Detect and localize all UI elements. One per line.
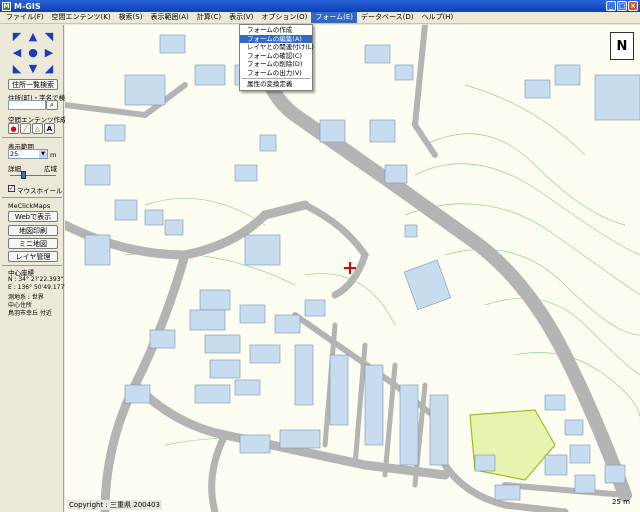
map-svg[interactable] (65, 25, 640, 512)
polygon-icon[interactable]: △ (32, 123, 43, 134)
form-menu-item[interactable]: レイヤとの関連付け(L) (240, 43, 314, 52)
menu-item[interactable]: 表示範囲(A) (146, 12, 192, 23)
web-view-button[interactable]: Webで表示 (8, 211, 58, 222)
menu-item[interactable]: 検索(S) (115, 12, 147, 23)
address-list-button[interactable]: 住所一覧検索 (8, 79, 58, 90)
form-menu-dropdown: フォームの作成 フォームの編集(A) レイヤとの関連付け(L) フォームの確認(C) フ… (239, 24, 314, 91)
left-panel: ◤ ▲ ◥ ◀ ● ▶ ◣ ▼ ◢ 住所一覧検索 住所(町)・字名で検索 ⌕ 空… (0, 25, 72, 512)
wide-label: 広域 (44, 165, 57, 173)
minimize-button[interactable]: _ (606, 1, 616, 11)
pan-pad: ◤ ▲ ◥ ◀ ● ▶ ◣ ▼ ◢ (9, 28, 57, 76)
scale-bar: 25 m (612, 498, 630, 506)
zoom-slider-track[interactable] (10, 175, 56, 176)
search-input[interactable] (8, 100, 46, 110)
form-menu-item[interactable]: フォームの確認(C) (240, 52, 312, 61)
scale-value: 25 (10, 150, 19, 158)
scale-select[interactable]: 25 ▼ (8, 149, 48, 159)
maps-label: MeClickMaps (8, 202, 51, 210)
pan-south-icon[interactable]: ▼ (25, 60, 41, 76)
scale-unit: m (50, 151, 57, 159)
menu-item[interactable]: 計算(C) (193, 12, 225, 23)
pan-center-icon[interactable]: ● (25, 44, 41, 60)
divider (2, 265, 62, 266)
menu-item[interactable]: オプション(O) (257, 12, 311, 23)
pan-northeast-icon[interactable]: ◥ (41, 28, 57, 44)
pan-southeast-icon[interactable]: ◢ (41, 60, 57, 76)
map-canvas[interactable]: N Copyright : 三重県 200403 25 m (65, 25, 640, 512)
north-arrow-icon: N (610, 32, 634, 60)
menu-item[interactable]: ヘルプ(H) (418, 12, 458, 23)
center-address-value: 鳥羽市幸丘 付近 (8, 310, 52, 317)
form-menu-item[interactable]: フォームの編集(A) (240, 34, 312, 43)
pan-east-icon[interactable]: ▶ (41, 44, 57, 60)
search-icon[interactable]: ⌕ (46, 100, 58, 110)
menu-item[interactable]: 表示(V) (225, 12, 257, 23)
pan-southwest-icon[interactable]: ◣ (9, 60, 25, 76)
form-menu-item[interactable]: フォームの作成 (240, 26, 312, 35)
mouse-wheel-checkbox[interactable]: ✓ (8, 185, 15, 192)
chevron-down-icon[interactable]: ▼ (39, 150, 47, 158)
pan-west-icon[interactable]: ◀ (9, 44, 25, 60)
layer-manage-button[interactable]: レイヤ管理 (8, 251, 58, 262)
form-menu-item[interactable]: フォームの出力(V) (240, 69, 312, 78)
form-menu-item[interactable]: フォームの削除(D) (240, 60, 312, 69)
latitude-value: N : 34° 2?'22.393" (8, 276, 64, 283)
title-bar: M M-GIS _ □ × (0, 0, 640, 12)
pan-northwest-icon[interactable]: ◤ (9, 28, 25, 44)
map-print-button[interactable]: 地図印刷 (8, 225, 58, 236)
longitude-value: E : 136° 50'49.177" (8, 284, 68, 291)
menu-item[interactable]: データベース(D) (357, 12, 418, 23)
zoom-slider-thumb[interactable] (20, 171, 26, 179)
mini-map-button[interactable]: ミニ地図 (8, 238, 58, 249)
divider (2, 197, 62, 198)
detail-label: 詳細 (8, 165, 21, 173)
maximize-button[interactable]: □ (617, 1, 627, 11)
menu-bar: ファイル(F) 空間エンテンツ(K) 検索(S) 表示範囲(A) 計算(C) 表示(V) オ… (0, 12, 640, 24)
line-icon[interactable]: ╱ (20, 123, 31, 134)
menu-item[interactable]: フォーム(E) (311, 12, 358, 23)
pan-north-icon[interactable]: ▲ (25, 28, 41, 44)
text-icon[interactable]: A (44, 123, 55, 134)
menu-separator (242, 78, 310, 79)
scale-bar-label: 25 m (612, 498, 630, 506)
pin-icon[interactable]: ● (8, 123, 19, 134)
copyright-text: Copyright : 三重県 200403 (67, 500, 162, 510)
divider (2, 137, 62, 138)
menu-item[interactable]: ファイル(F) (2, 12, 48, 23)
app-icon: M (2, 1, 11, 11)
window-title: M-GIS (14, 1, 41, 11)
close-button[interactable]: × (628, 1, 638, 11)
mouse-wheel-label: マウスホイール (17, 187, 63, 195)
form-menu-item[interactable]: 属性の変換定義 (240, 80, 312, 89)
menu-item[interactable]: 空間エンテンツ(K) (48, 12, 115, 23)
